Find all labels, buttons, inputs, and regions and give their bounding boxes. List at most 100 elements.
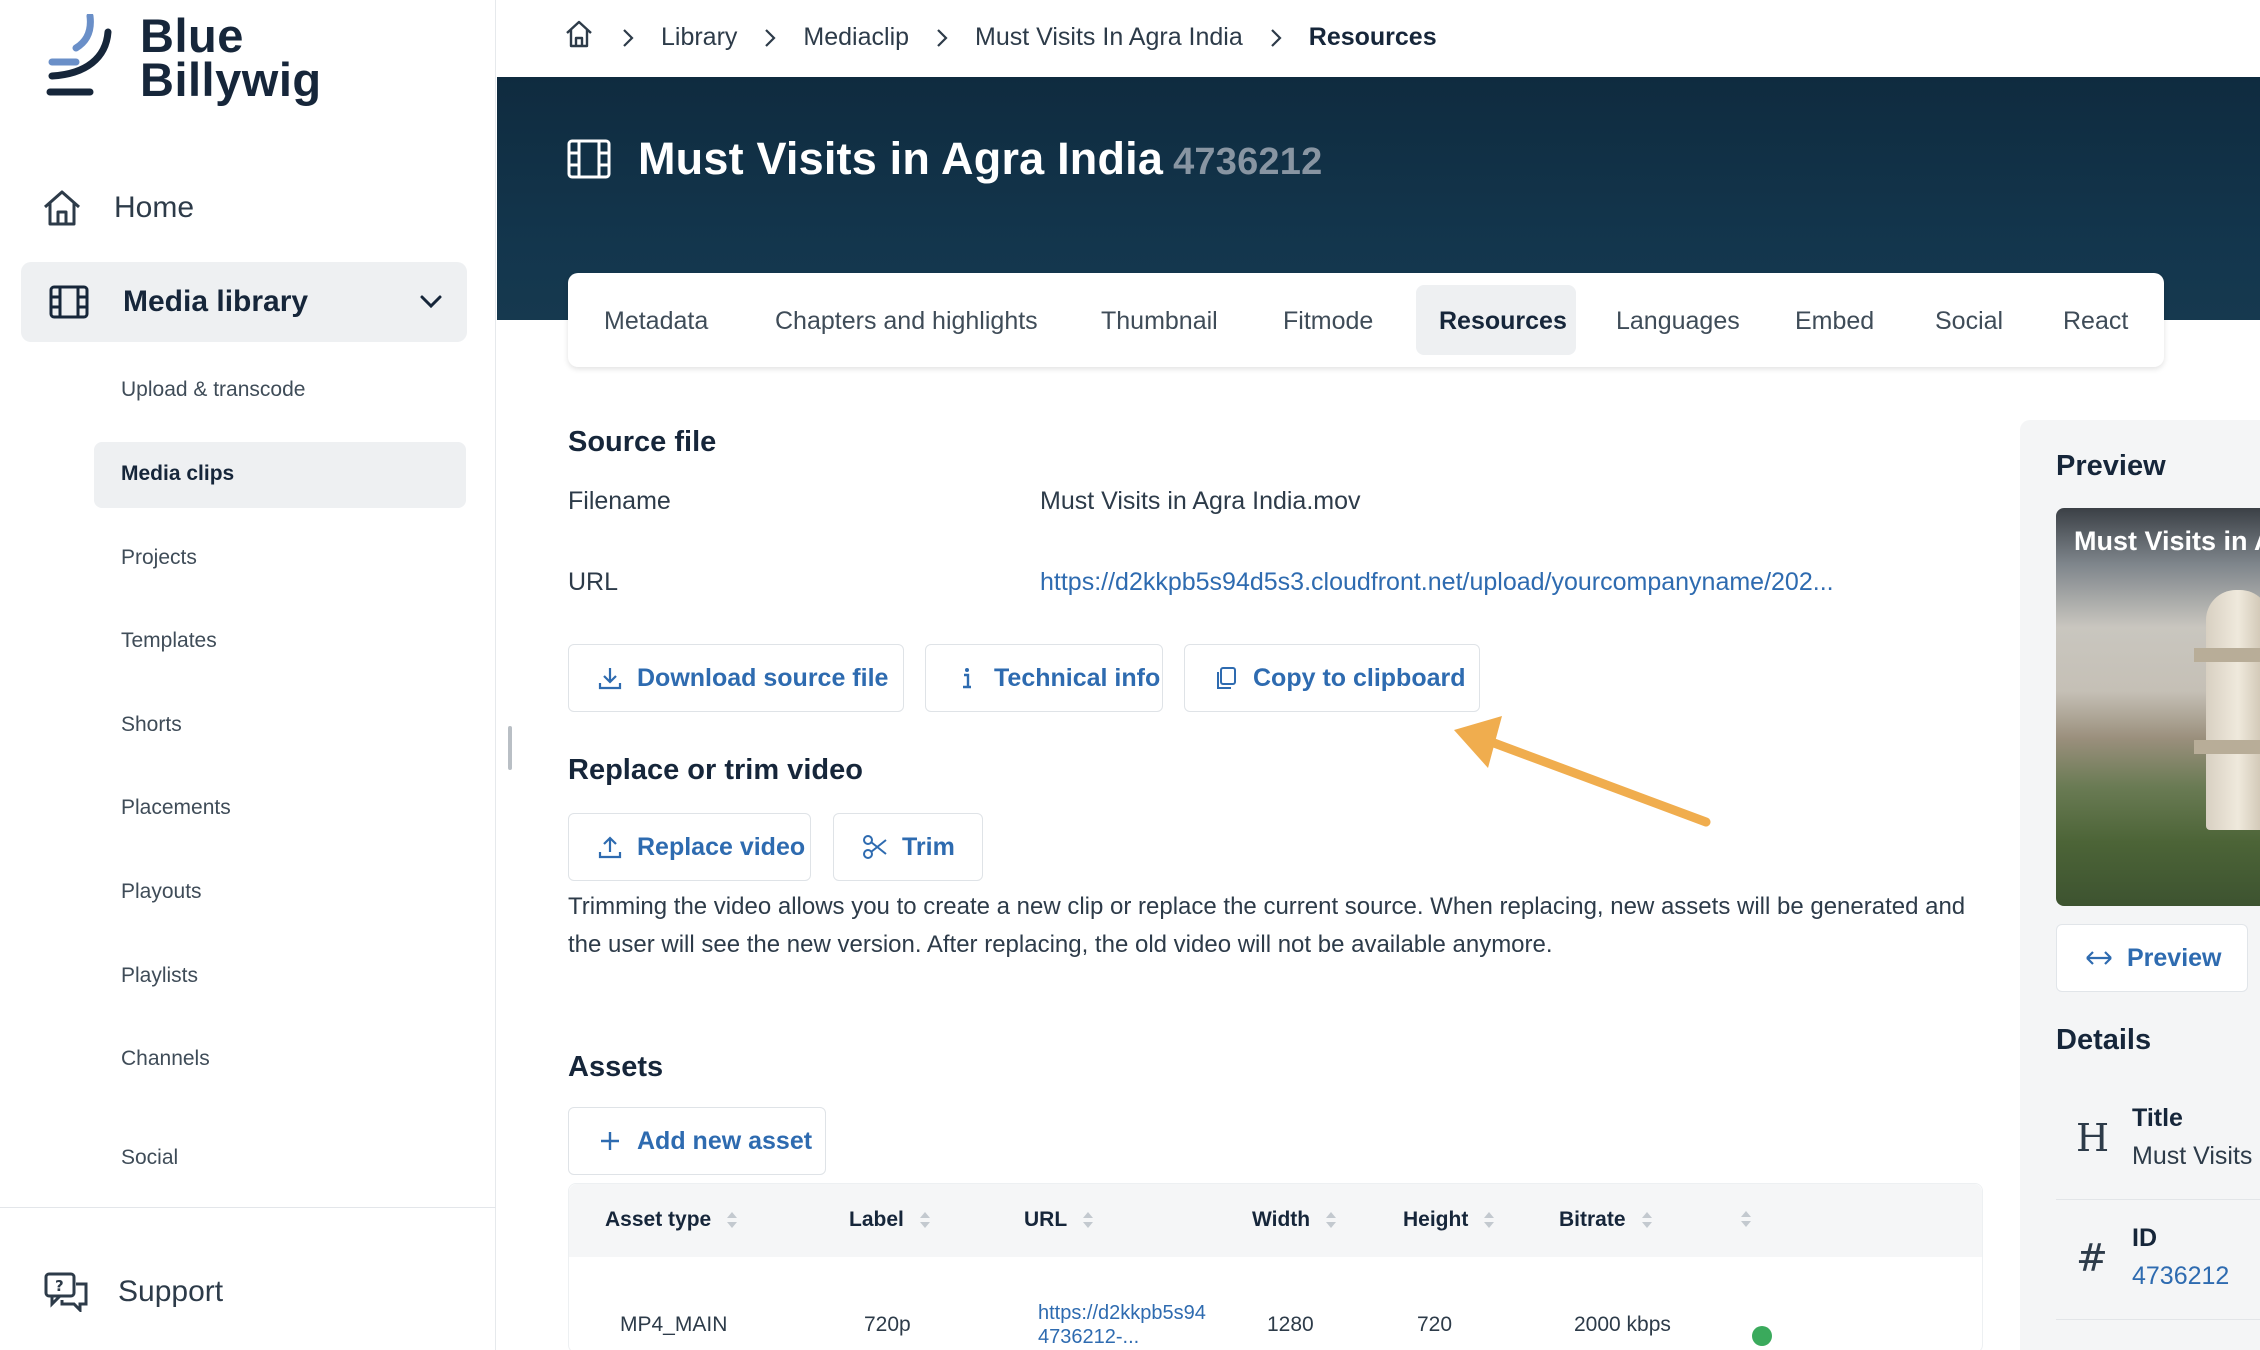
sidebar-item-social[interactable]: Social bbox=[121, 1146, 178, 1170]
col-label[interactable]: Label bbox=[849, 1208, 932, 1232]
trim-button[interactable]: Trim bbox=[833, 813, 983, 881]
detail-id-value[interactable]: 4736212 bbox=[2132, 1262, 2229, 1291]
sort-icon bbox=[1326, 1212, 1337, 1228]
breadcrumb: Library Mediaclip Must Visits In Agra In… bbox=[563, 18, 1437, 57]
preview-overlay-title: Must Visits in A bbox=[2074, 526, 2260, 556]
plus-icon bbox=[601, 1132, 619, 1150]
sidebar-item-shorts[interactable]: Shorts bbox=[121, 713, 182, 737]
breadcrumb-current: Resources bbox=[1308, 23, 1437, 51]
col-height[interactable]: Height bbox=[1403, 1208, 1496, 1232]
col-bitrate[interactable]: Bitrate bbox=[1559, 1208, 1654, 1232]
expand-arrows-icon bbox=[2086, 951, 2112, 965]
copy-icon bbox=[1217, 667, 1236, 689]
replace-video-button[interactable]: Replace video bbox=[568, 813, 811, 881]
sidebar-item-projects[interactable]: Projects bbox=[121, 546, 197, 570]
breadcrumb-clip[interactable]: Must Visits In Agra India bbox=[975, 23, 1243, 52]
preview-thumbnail[interactable]: Must Visits in A bbox=[2056, 508, 2260, 906]
tab-languages[interactable]: Languages bbox=[1616, 307, 1740, 336]
sidebar-item-templates[interactable]: Templates bbox=[121, 629, 217, 653]
preview-button-label: Preview bbox=[2127, 943, 2222, 972]
replace-video-label: Replace video bbox=[637, 832, 806, 861]
copy-to-clipboard-button[interactable]: Copy to clipboard bbox=[1184, 644, 1480, 712]
annotation-arrow-icon bbox=[1454, 716, 1711, 827]
download-source-button[interactable]: Download source file bbox=[568, 644, 904, 712]
col-label-label: Label bbox=[849, 1208, 904, 1231]
col-width[interactable]: Width bbox=[1252, 1208, 1338, 1232]
support-chat-icon: ? bbox=[44, 1272, 88, 1312]
tab-embed[interactable]: Embed bbox=[1795, 307, 1874, 336]
sort-icon bbox=[919, 1212, 930, 1228]
svg-text:?: ? bbox=[55, 1277, 64, 1295]
col-bitrate-label: Bitrate bbox=[1559, 1208, 1626, 1231]
clip-title: Must Visits in Agra India bbox=[638, 133, 1164, 184]
chevron-right-icon bbox=[623, 28, 634, 47]
minaret-balcony bbox=[2194, 740, 2260, 754]
source-url-link[interactable]: https://d2kkpb5s94d5s3.cloudfront.net/up… bbox=[1040, 568, 1834, 597]
preview-button[interactable]: Preview bbox=[2056, 924, 2248, 992]
source-file-heading: Source file bbox=[568, 426, 717, 458]
sort-icon bbox=[1741, 1211, 1751, 1227]
sidebar-item-channels[interactable]: Channels bbox=[121, 1047, 210, 1071]
sidebar-item-upload[interactable]: Upload & transcode bbox=[121, 378, 305, 402]
tab-fitmode[interactable]: Fitmode bbox=[1283, 307, 1373, 336]
detail-id-row: # ID 4736212 bbox=[2056, 1202, 2260, 1320]
sidebar-resize-handle[interactable] bbox=[508, 726, 512, 770]
brand-line-1: Blue bbox=[140, 9, 244, 62]
brand-logo[interactable]: Blue Billywig bbox=[46, 9, 322, 103]
filename-label: Filename bbox=[568, 487, 671, 515]
nav-support[interactable]: ? Support bbox=[44, 1272, 223, 1312]
tab-resources[interactable]: Resources bbox=[1439, 307, 1567, 336]
scissors-icon bbox=[863, 835, 887, 859]
right-panel: Preview Must Visits in A Preview Details… bbox=[2020, 420, 2260, 1350]
chevron-right-icon bbox=[1270, 28, 1282, 47]
cell-asset-type: MP4_MAIN bbox=[620, 1313, 728, 1336]
col-asset-type[interactable]: Asset type bbox=[605, 1208, 739, 1232]
breadcrumb-mediaclip[interactable]: Mediaclip bbox=[803, 23, 909, 52]
col-status[interactable] bbox=[1739, 1208, 1753, 1230]
col-url[interactable]: URL bbox=[1024, 1208, 1095, 1232]
nav-home-label: Home bbox=[114, 191, 195, 224]
cell-height: 720 bbox=[1417, 1313, 1453, 1336]
brand-name: Blue Billywig bbox=[140, 9, 322, 103]
nav-home[interactable]: Home bbox=[40, 178, 194, 238]
download-icon bbox=[598, 668, 622, 690]
detail-title-row: H Title Must Visits bbox=[2056, 1082, 2260, 1200]
download-source-label: Download source file bbox=[637, 663, 889, 692]
tab-metadata[interactable]: Metadata bbox=[604, 307, 708, 336]
add-new-asset-button[interactable]: Add new asset bbox=[568, 1107, 826, 1175]
sidebar-item-placements[interactable]: Placements bbox=[121, 796, 231, 820]
assets-table-header: Asset type Label URL Width Height Bitrat… bbox=[569, 1184, 1982, 1257]
sort-icon bbox=[727, 1212, 738, 1228]
tab-social[interactable]: Social bbox=[1935, 307, 2003, 336]
status-indicator bbox=[1752, 1326, 1772, 1346]
col-width-label: Width bbox=[1252, 1208, 1311, 1231]
add-new-asset-label: Add new asset bbox=[637, 1126, 813, 1155]
cell-bitrate: 2000 kbps bbox=[1574, 1313, 1671, 1336]
url-label: URL bbox=[568, 568, 619, 596]
assets-table: Asset type Label URL Width Height Bitrat… bbox=[568, 1183, 1983, 1350]
tab-chapters[interactable]: Chapters and highlights bbox=[775, 307, 1038, 336]
cell-url-link[interactable]: https://d2kkpb5s94 4736212-... bbox=[1038, 1301, 1206, 1349]
cell-label: 720p bbox=[864, 1313, 911, 1336]
tab-thumbnail[interactable]: Thumbnail bbox=[1101, 307, 1218, 336]
nav-media-library[interactable]: Media library bbox=[21, 262, 467, 342]
detail-id-label: ID bbox=[2132, 1224, 2157, 1252]
minaret-shape bbox=[2206, 590, 2260, 830]
sidebar-item-playlists[interactable]: Playlists bbox=[121, 964, 198, 988]
sidebar-item-media-clips[interactable]: Media clips bbox=[121, 462, 234, 486]
sidebar-item-playouts[interactable]: Playouts bbox=[121, 880, 202, 904]
page-title: Must Visits in Agra India 4736212 bbox=[638, 133, 1322, 185]
cell-url-line-1: https://d2kkpb5s94 bbox=[1038, 1302, 1206, 1324]
billywig-logo-icon bbox=[46, 14, 112, 96]
sort-icon bbox=[1484, 1212, 1495, 1228]
technical-info-button[interactable]: Technical info bbox=[925, 644, 1163, 712]
chevron-down-icon[interactable] bbox=[417, 288, 445, 316]
sort-icon bbox=[1641, 1212, 1652, 1228]
topbar: Library Mediaclip Must Visits In Agra In… bbox=[497, 0, 2260, 77]
tab-react[interactable]: React bbox=[2063, 307, 2128, 336]
assets-heading: Assets bbox=[568, 1051, 664, 1083]
breadcrumb-home[interactable] bbox=[563, 18, 595, 57]
replace-trim-heading: Replace or trim video bbox=[568, 754, 863, 786]
breadcrumb-library[interactable]: Library bbox=[661, 23, 737, 52]
heading-icon: H bbox=[2076, 1116, 2110, 1160]
